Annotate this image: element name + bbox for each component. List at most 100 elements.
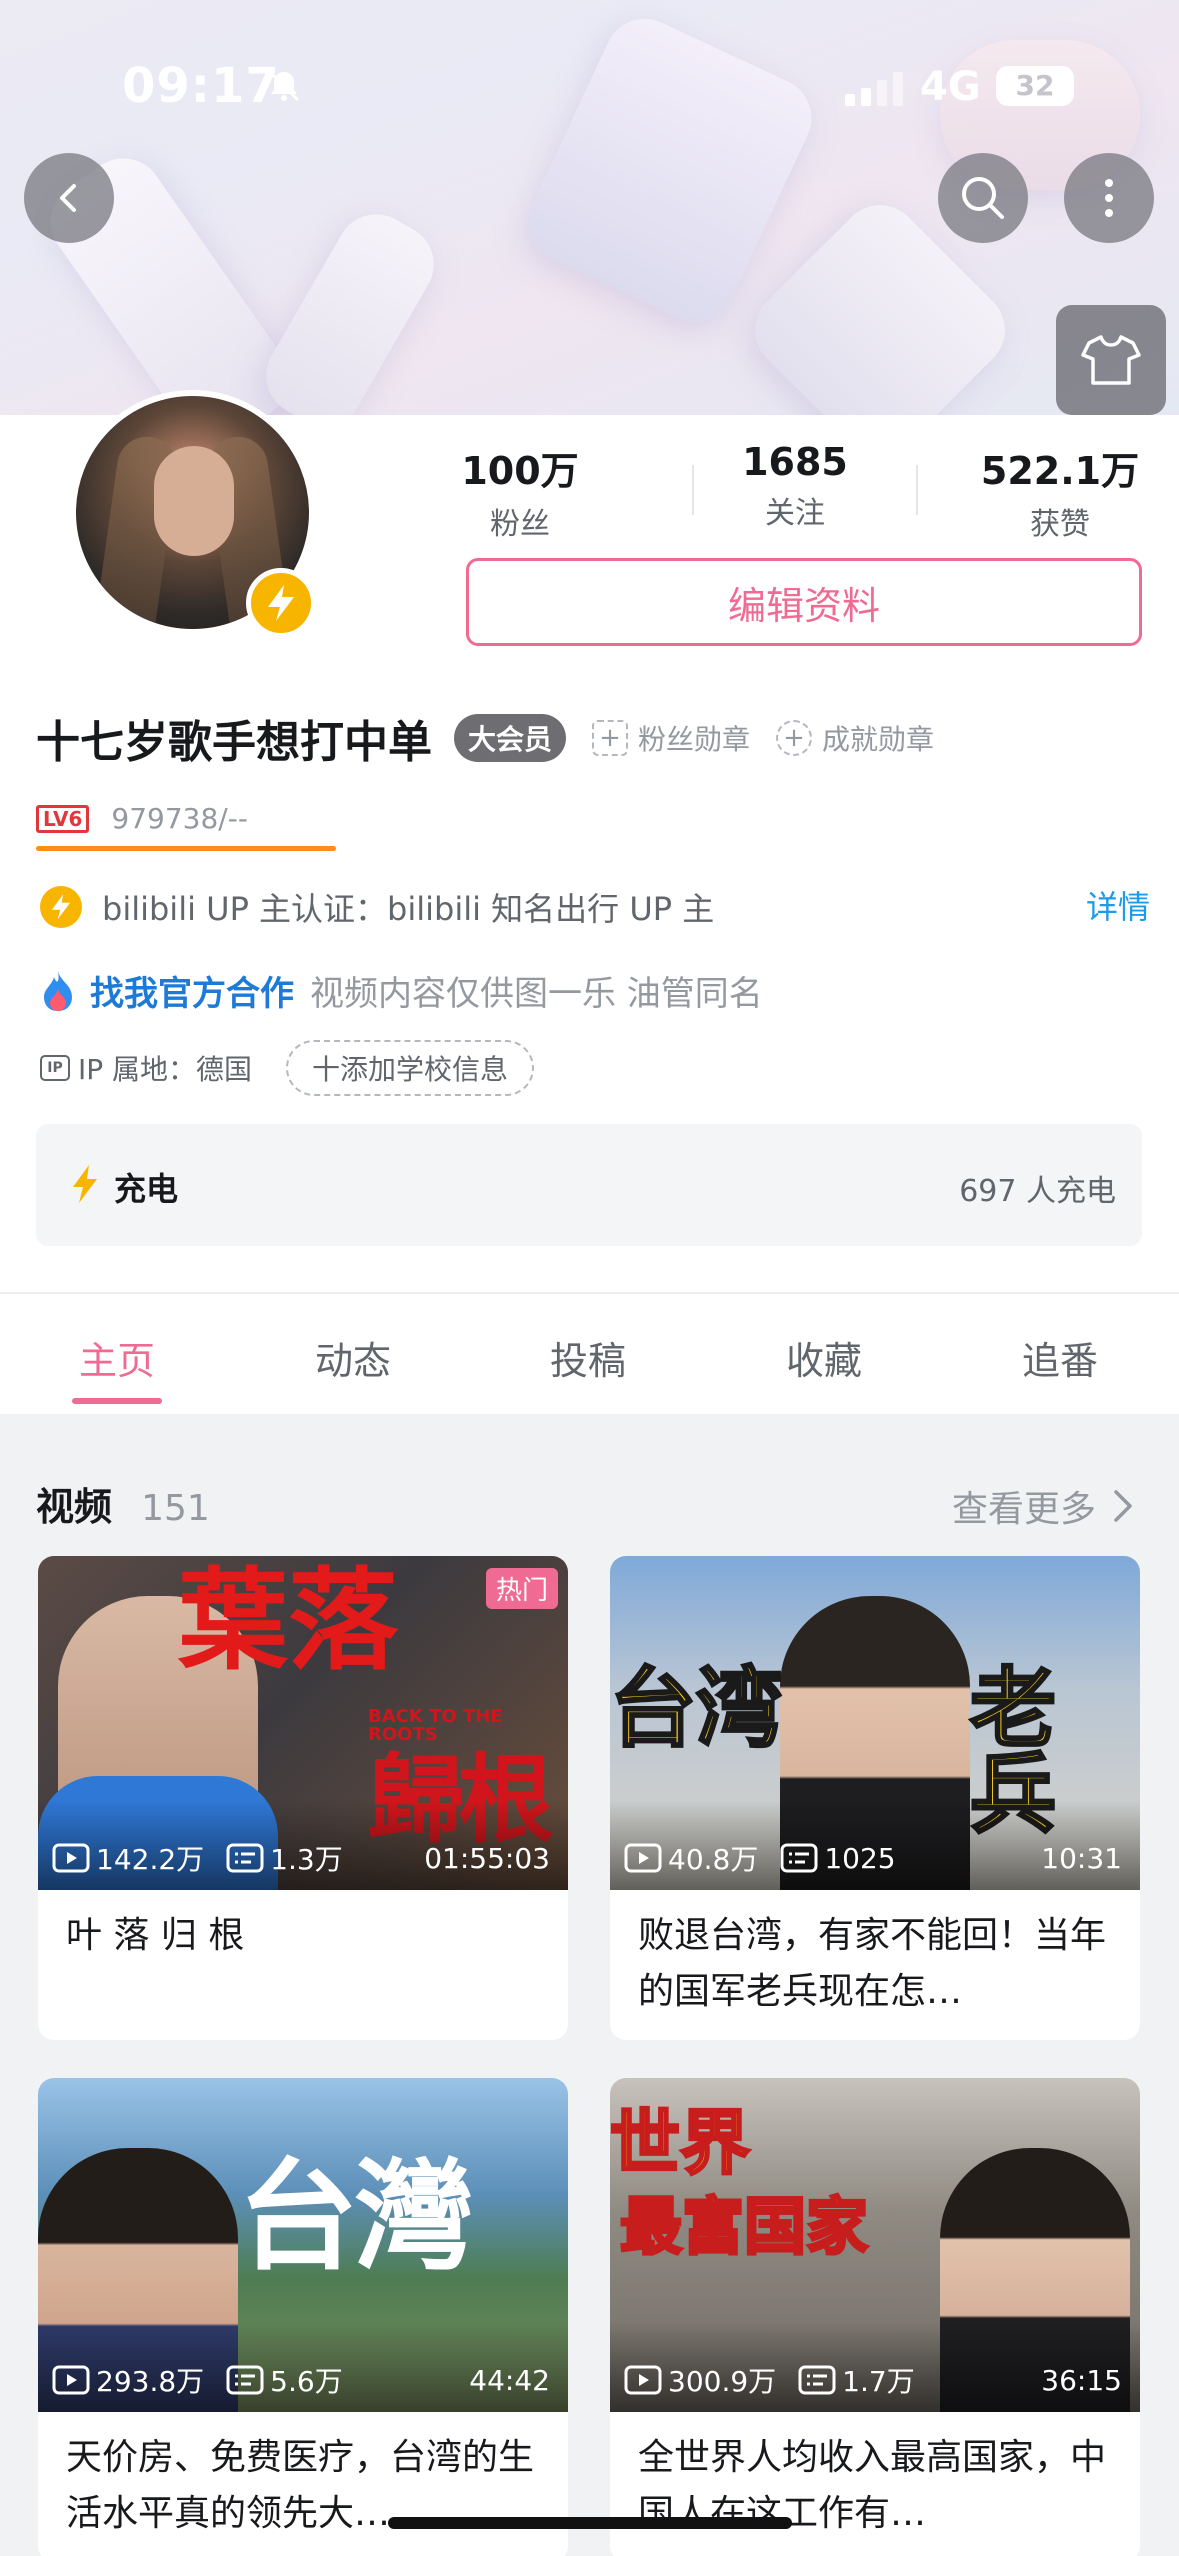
back-button[interactable] [24,153,114,243]
view-count: 293.8万 [96,2365,205,2398]
business-link[interactable]: 找我官方合作 [90,966,294,1015]
danmaku-icon [226,2365,264,2395]
home-content: 视频 151 查看更多 葉落 歸根 BACK TO THE ROOTS 热门 1… [0,1414,1179,2556]
add-school-button[interactable]: 十添加学校信息 [286,1040,535,1096]
tab-uploads[interactable]: 投稿 [518,1330,658,1385]
charge-label: 充电 [114,1170,179,1208]
video-meta: 142.2万 1.3万 01:55:03 [52,1838,550,1878]
view-more-button[interactable]: 查看更多 [952,1480,1140,1532]
view-more-label: 查看更多 [951,1489,1096,1530]
tab-favorites[interactable]: 收藏 [754,1330,894,1385]
tab-dynamics[interactable]: 动态 [283,1330,423,1385]
chevron-right-icon [1114,1490,1132,1522]
danmaku-count: 5.6万 [270,2365,343,2398]
stat-followers[interactable]: 100万 粉丝 [450,440,590,543]
video-title: 全世界人均收入最高国家，中国人在这工作有… [638,2437,1107,2534]
bio-row: 找我官方合作 视频内容仅供图一乐 油管同名 [40,966,763,1015]
fan-medal-button[interactable]: + 粉丝勋章 [592,718,750,758]
tab-home[interactable]: 主页 [47,1330,187,1385]
video-card[interactable]: 台湾 老兵 40.8万 1025 10:31 败退台湾，有家不能回！当年的国军老… [610,1556,1140,2040]
charge-panel[interactable]: 充电 697 人充电 [36,1124,1142,1246]
username: 十七岁歌手想打中单 [36,717,432,768]
bio-text: 视频内容仅供图一乐 油管同名 [310,974,763,1014]
videos-count: 151 [141,1488,210,1529]
video-duration: 36:15 [1041,2363,1122,2397]
details-link[interactable]: 详情 [1086,882,1150,928]
stat-following[interactable]: 1685 关注 [720,440,870,532]
video-meta: 293.8万 5.6万 44:42 [52,2360,550,2400]
t-shirt-icon [1081,335,1141,385]
ip-icon: IP [40,1055,70,1081]
video-card[interactable]: 台灣 293.8万 5.6万 44:42 天价房、免费医疗，台湾的生活水平真的领… [38,2078,568,2556]
videos-title: 视频 [36,1485,113,1529]
signal-icon [845,72,905,106]
video-title: 天价房、免费医疗，台湾的生活水平真的领先大… [66,2437,535,2534]
video-title: 败退台湾，有家不能回！当年的国军老兵现在怎… [638,1915,1107,2012]
name-row: 十七岁歌手想打中单 大会员 + 粉丝勋章 + 成就勋章 [36,708,934,768]
battery-icon: 32 [996,66,1074,106]
video-card[interactable]: 葉落 歸根 BACK TO THE ROOTS 热门 142.2万 1.3万 0… [38,1556,568,2040]
stat-divider [692,465,694,515]
video-duration: 10:31 [1041,1841,1122,1875]
video-meta: 40.8万 1025 10:31 [624,1838,1122,1878]
video-duration: 01:55:03 [424,1841,550,1875]
plus-icon: + [776,720,813,756]
view-count: 300.9万 [668,2365,777,2398]
video-thumbnail[interactable]: 台灣 293.8万 5.6万 44:42 [38,2078,568,2412]
level-row[interactable]: LV6 979738/-- [36,802,248,835]
thumbnail-caption: 台湾 [610,1659,784,1759]
video-thumbnail[interactable]: 世界 最富国家 300.9万 1.7万 36:15 [610,2078,1140,2412]
level-progress-bar [36,846,336,851]
certification-row: bilibili UP 主认证：bilibili 知名出行 UP 主 详情 [40,882,1150,932]
dress-up-button[interactable] [1056,305,1166,415]
stat-likes[interactable]: 522.1万 获赞 [970,440,1150,543]
stat-divider [916,465,918,515]
fan-medal-label: 粉丝勋章 [638,723,751,756]
vip-tag[interactable]: 大会员 [454,714,567,762]
search-button[interactable] [938,153,1028,243]
video-title: 叶 落 归 根 [66,1915,245,1956]
more-vertical-icon [1105,179,1113,217]
tab-anime[interactable]: 追番 [990,1330,1130,1385]
status-time: 09:17 [122,58,280,114]
charge-bolt-icon [70,1164,100,1208]
thumbnail-caption: 葉落 [178,1557,398,1685]
play-count-icon [624,2365,662,2395]
flame-icon [40,969,76,1013]
charge-count: 697 人充电 [959,1174,1116,1209]
search-icon [962,177,1004,219]
edit-profile-button[interactable]: 编辑资料 [466,558,1142,646]
active-tab-indicator [72,1398,162,1404]
danmaku-count: 1.3万 [270,1843,343,1876]
following-label: 关注 [765,496,825,531]
ip-location: IP 属地：德国 [78,1053,253,1086]
thumbnail-caption: 世界 [610,2102,752,2184]
thumbnail-caption: BACK TO THE ROOTS [368,1706,503,1745]
likes-label: 获赞 [1030,507,1090,542]
home-indicator[interactable] [388,2517,792,2529]
view-count: 142.2万 [96,1843,205,1876]
lightning-icon [40,886,82,928]
network-type: 4G [920,64,981,110]
following-count: 1685 [742,440,848,484]
plus-icon: + [592,720,629,756]
danmaku-icon [226,1843,264,1873]
chevron-left-icon [60,184,76,212]
view-count: 40.8万 [668,1843,759,1876]
level-badge: LV6 [36,804,90,833]
videos-header: 视频 151 查看更多 [36,1476,1146,1532]
more-button[interactable] [1064,153,1154,243]
hot-badge: 热门 [485,1568,558,1609]
play-count-icon [52,2365,90,2395]
video-thumbnail[interactable]: 葉落 歸根 BACK TO THE ROOTS 热门 142.2万 1.3万 0… [38,1556,568,1890]
certification-text: bilibili UP 主认证：bilibili 知名出行 UP 主 [102,890,715,928]
video-duration: 44:42 [469,2363,550,2397]
danmaku-icon [798,2365,836,2395]
video-card[interactable]: 世界 最富国家 300.9万 1.7万 36:15 全世界人均收入最高国家，中国… [610,2078,1140,2556]
achievement-medal-button[interactable]: + 成就勋章 [776,718,934,758]
achievement-medal-label: 成就勋章 [822,723,935,756]
followers-label: 粉丝 [490,507,550,542]
thumbnail-caption: 台灣 [238,2148,474,2287]
video-thumbnail[interactable]: 台湾 老兵 40.8万 1025 10:31 [610,1556,1140,1890]
followers-count: 100万 [461,449,579,493]
